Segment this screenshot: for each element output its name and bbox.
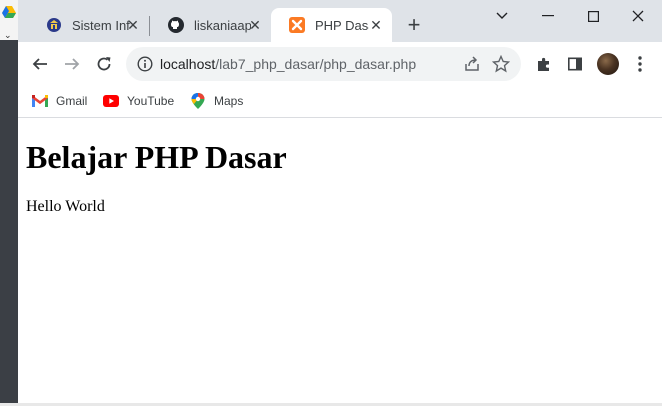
tab-php-dasar[interactable]: PHP Dasar ✕ [271,8,392,42]
new-tab-plus-icon[interactable]: + [403,14,425,36]
page-text: Hello World [26,198,105,215]
browser-window: Sistem Informasi ✕ liskaniaap ✕ PHP Dasa… [18,0,662,406]
tab-strip: Sistem Informasi ✕ liskaniaap ✕ PHP Dasa… [18,0,662,42]
desktop-app-strip: ⌄ [0,0,18,40]
url-path: /lab7_php_dasar/php_dasar.php [215,56,417,72]
bookmark-gmail[interactable]: Gmail [32,92,87,110]
maps-icon [190,93,206,109]
chevron-down-icon[interactable]: ⌄ [4,30,12,41]
tab-title: liskaniaap [194,17,251,33]
bookmarks-bar: Gmail YouTube Maps [18,86,662,118]
maximize-icon[interactable] [579,6,607,26]
tab-close-icon[interactable]: ✕ [125,17,141,33]
profile-avatar[interactable] [597,53,619,75]
reload-icon[interactable] [92,52,116,76]
info-icon[interactable] [137,56,153,72]
url-text[interactable]: localhost/lab7_php_dasar/php_dasar.php [160,56,416,72]
address-bar[interactable]: localhost/lab7_php_dasar/php_dasar.php [126,47,521,81]
bookmark-label: Maps [214,94,244,108]
gmail-icon [32,93,48,109]
more-menu-icon[interactable] [632,54,648,74]
minimize-icon[interactable] [534,6,562,26]
github-icon [168,17,184,33]
share-icon[interactable] [464,56,480,72]
bookmark-label: YouTube [127,94,175,108]
tab-search-chevron-icon[interactable] [488,6,516,26]
youtube-icon [103,93,119,109]
google-drive-icon [2,6,16,18]
forward-arrow-icon[interactable] [60,52,84,76]
browser-toolbar: localhost/lab7_php_dasar/php_dasar.php [18,42,662,86]
bookmark-star-icon[interactable] [492,55,510,73]
back-arrow-icon[interactable] [28,52,52,76]
university-logo-icon [46,17,62,33]
tab-sistem-informasi[interactable]: Sistem Informasi ✕ [28,8,149,42]
side-panel-icon[interactable] [565,54,585,74]
desktop-background [0,0,18,406]
page-viewport: Belajar PHP Dasar Hello World [18,118,662,406]
close-window-icon[interactable] [624,6,652,26]
tab-github[interactable]: liskaniaap ✕ [150,8,271,42]
bookmark-label: Gmail [56,94,88,108]
bookmark-maps[interactable]: Maps [190,92,243,110]
tab-title: Sistem Informasi [72,17,130,33]
tab-close-icon[interactable]: ✕ [247,17,263,33]
tab-title: PHP Dasar [315,17,369,33]
tab-close-icon[interactable]: ✕ [368,17,384,33]
url-host: localhost [160,56,216,72]
page-heading: Belajar PHP Dasar [26,139,287,175]
extensions-puzzle-icon[interactable] [534,54,554,74]
xampp-icon [289,17,305,33]
bookmark-youtube[interactable]: YouTube [103,92,174,110]
